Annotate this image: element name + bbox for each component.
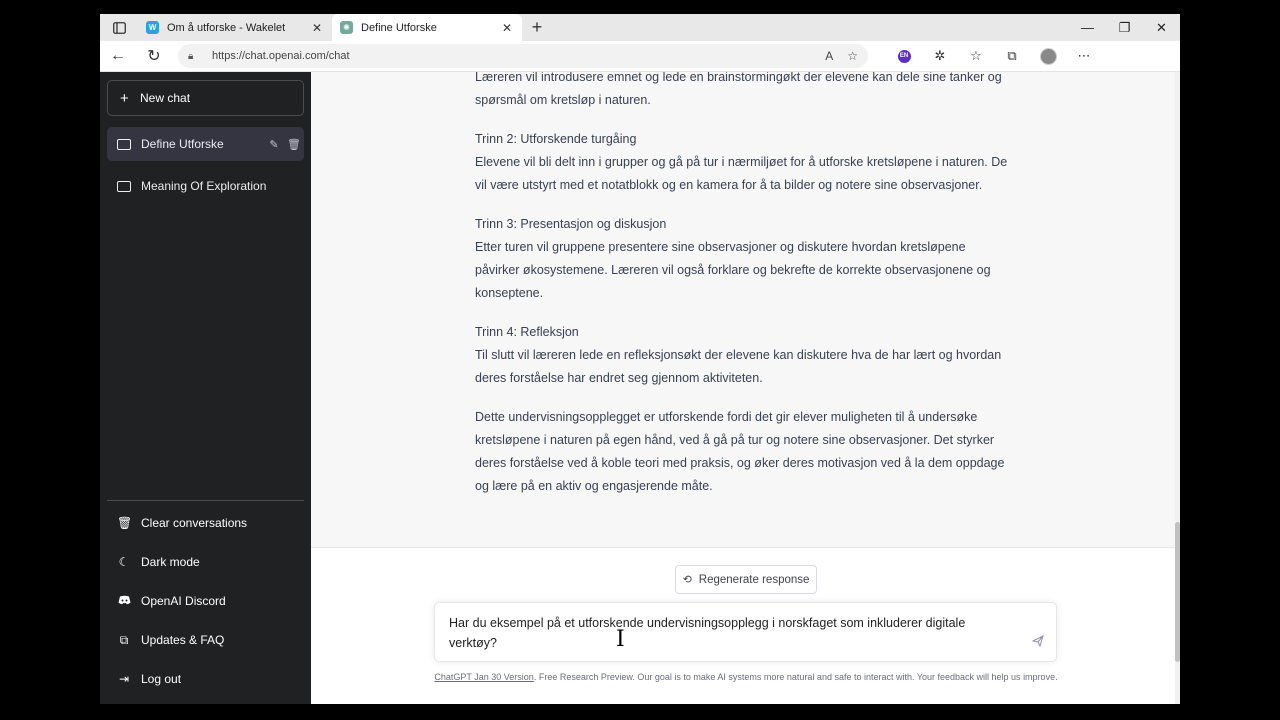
chat-bubble-icon	[117, 180, 131, 192]
address-bar[interactable]: 🔒︎ https://chat.openai.com/chat A ☆	[178, 44, 868, 68]
menu-label: Updates & FAQ	[141, 633, 225, 647]
openai-discord-link[interactable]: OpenAI Discord	[107, 584, 304, 618]
prompt-input-text[interactable]: Har du eksempel på et utforskende underv…	[449, 613, 1014, 653]
browser-window: W Om å utforske - Wakelet ✕ ✺ Define Utf…	[100, 14, 1180, 704]
updates-faq-link[interactable]: ⧉ Updates & FAQ	[107, 623, 304, 657]
tab-actions-icon[interactable]	[100, 14, 138, 41]
tab-define-utforske[interactable]: ✺ Define Utforske ✕	[332, 14, 522, 41]
message-content: Læreren vil introdusere emnet og lede en…	[475, 72, 1010, 514]
openai-favicon-icon: ✺	[340, 21, 353, 34]
new-chat-button[interactable]: + New chat	[107, 80, 304, 116]
step-3: Trinn 3: Presentasjon og diskusjon Etter …	[475, 213, 1010, 305]
chat-main: Læreren vil introdusere emnet og lede en…	[311, 72, 1180, 704]
sidebar: + New chat Define Utforske ✎ 🗑︎ Meaning …	[100, 72, 311, 704]
step-2: Trinn 2: Utforskende turgåing Elevene vil…	[475, 128, 1010, 197]
trash-icon[interactable]: 🗑︎	[284, 138, 304, 151]
read-aloud-icon[interactable]: A	[825, 49, 833, 63]
minimize-icon[interactable]: —	[1069, 14, 1106, 41]
footer-text: . Free Research Preview. Our goal is to …	[533, 672, 1058, 682]
clear-conversations-button[interactable]: 🗑︎ Clear conversations	[107, 506, 304, 540]
tab-strip: W Om å utforske - Wakelet ✕ ✺ Define Utf…	[100, 14, 1180, 41]
edit-icon[interactable]: ✎	[264, 138, 284, 151]
refresh-icon[interactable]: ↻	[136, 41, 172, 72]
send-icon[interactable]	[1031, 635, 1044, 650]
menu-label: Dark mode	[141, 555, 200, 569]
plus-icon: +	[120, 89, 129, 107]
step-title: Trinn 2: Utforskende turgåing	[475, 132, 637, 146]
conversation-meaning-of-exploration[interactable]: Meaning Of Exploration	[107, 169, 304, 203]
tab-title: Om å utforske - Wakelet	[167, 21, 286, 34]
regenerate-label: Regenerate response	[698, 573, 810, 586]
prompt-input[interactable]: Har du eksempel på et utforskende underv…	[434, 602, 1057, 662]
menu-label: OpenAI Discord	[141, 594, 226, 608]
profile-avatar[interactable]	[1030, 41, 1066, 72]
page: + New chat Define Utforske ✎ 🗑︎ Meaning …	[100, 72, 1180, 704]
conversation-label: Meaning Of Exploration	[141, 179, 267, 193]
scrollbar[interactable]	[1175, 72, 1180, 704]
restore-icon[interactable]: ❐	[1106, 14, 1143, 41]
dark-mode-button[interactable]: ☾ Dark mode	[107, 545, 304, 579]
menu-label: Log out	[141, 672, 182, 686]
address-toolbar: ← ↻ 🔒︎ https://chat.openai.com/chat A ☆ …	[100, 41, 1180, 72]
menu-label: Clear conversations	[141, 516, 248, 530]
more-menu-icon[interactable]: ⋯	[1066, 41, 1102, 72]
close-icon[interactable]: ✕	[500, 21, 514, 35]
collections-icon[interactable]: ⧉	[994, 41, 1030, 72]
wakelet-favicon-icon: W	[146, 21, 159, 34]
external-link-icon: ⧉	[119, 632, 129, 647]
version-link[interactable]: ChatGPT Jan 30 Version	[434, 672, 533, 682]
close-window-icon[interactable]: ✕	[1143, 14, 1180, 41]
tab-wakelet[interactable]: W Om å utforske - Wakelet ✕	[138, 14, 332, 41]
tab-title: Define Utforske	[361, 21, 437, 34]
moon-icon: ☾	[118, 555, 130, 569]
conversation-define-utforske[interactable]: Define Utforske ✎ 🗑︎	[107, 127, 304, 161]
step-text: Til slutt vil læreren lede en refleksjon…	[475, 348, 1002, 385]
footer: ChatGPT Jan 30 Version. Free Research Pr…	[417, 672, 1075, 682]
new-chat-label: New chat	[140, 91, 191, 105]
translate-extension-icon[interactable]: EN	[886, 41, 922, 72]
log-out-button[interactable]: ⇥ Log out	[107, 662, 304, 696]
trash-icon: 🗑︎	[117, 516, 133, 530]
assistant-message: Læreren vil introdusere emnet og lede en…	[311, 72, 1175, 548]
regenerate-response-button[interactable]: ⟲ Regenerate response	[675, 565, 817, 594]
conclusion: Dette undervisningsopplegget er utforske…	[475, 410, 1005, 493]
discord-icon	[117, 594, 131, 608]
step-title: Trinn 4: Refleksjon	[475, 325, 579, 339]
text-cursor-icon: I	[616, 627, 625, 652]
favorite-add-icon[interactable]: ☆	[847, 49, 858, 63]
refresh-icon: ⟲	[682, 574, 692, 586]
url-text: https://chat.openai.com/chat	[212, 50, 350, 62]
back-icon[interactable]: ←	[100, 41, 136, 72]
new-tab-button[interactable]: +	[522, 14, 552, 41]
step-4: Trinn 4: Refleksjon Til slutt vil læreren…	[475, 321, 1010, 390]
close-icon[interactable]: ✕	[310, 21, 324, 35]
extensions-icon[interactable]: ✲	[922, 41, 958, 72]
favorites-icon[interactable]: ☆	[958, 41, 994, 72]
sidebar-divider	[107, 500, 304, 501]
paragraph: Læreren vil introdusere emnet og lede en…	[475, 72, 1002, 107]
chat-bubble-icon	[117, 138, 131, 150]
window-controls: — ❐ ✕	[1069, 14, 1180, 41]
scrollbar-thumb[interactable]	[1175, 522, 1180, 662]
conversation-label: Define Utforske	[141, 137, 224, 151]
logout-icon: ⇥	[118, 672, 130, 686]
step-text: Etter turen vil gruppene presentere sine…	[475, 240, 991, 300]
step-text: Elevene vil bli delt inn i grupper og gå…	[475, 155, 1008, 192]
step-title: Trinn 3: Presentasjon og diskusjon	[475, 217, 667, 231]
lock-icon: 🔒︎	[188, 50, 194, 62]
